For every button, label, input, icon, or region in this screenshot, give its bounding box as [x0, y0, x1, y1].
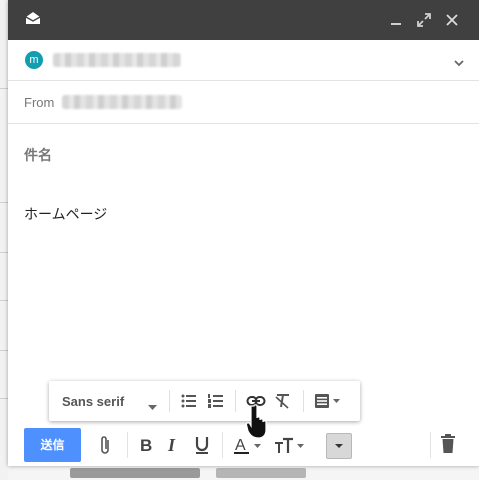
more-options-icon — [335, 444, 343, 448]
bulleted-list-icon[interactable] — [180, 392, 198, 410]
toolbar-divider — [169, 390, 170, 412]
numbered-list-icon[interactable] — [207, 392, 225, 410]
recipients-row[interactable]: m — [8, 40, 479, 81]
from-label: From — [24, 95, 55, 110]
toolbar-divider — [222, 432, 223, 458]
message-body[interactable]: ホームページ — [24, 204, 107, 224]
svg-text:B: B — [140, 436, 152, 454]
compose-titlebar — [8, 0, 479, 40]
recipient-address-redacted — [53, 53, 181, 67]
hand-cursor-icon — [245, 404, 272, 445]
compose-window: m From 件名 ホームページ Sans serif 送信 B I A — [8, 0, 479, 466]
remove-formatting-icon[interactable] — [274, 392, 292, 410]
minimize-icon[interactable] — [389, 14, 403, 28]
trash-icon[interactable] — [441, 434, 455, 454]
envelope-icon — [25, 10, 41, 26]
avatar: m — [25, 51, 43, 69]
svg-text:I: I — [167, 436, 176, 454]
formatting-toolbar: Sans serif — [49, 381, 360, 421]
font-family-select[interactable]: Sans serif — [62, 394, 124, 409]
bold-icon[interactable]: B — [139, 436, 153, 454]
from-row[interactable]: From — [8, 81, 479, 124]
align-icon[interactable] — [313, 392, 341, 410]
expand-icon[interactable] — [417, 13, 431, 27]
toolbar-divider — [235, 390, 236, 412]
subject-field[interactable]: 件名 — [24, 145, 52, 165]
toolbar-divider — [430, 432, 431, 458]
text-size-icon[interactable] — [274, 436, 310, 456]
underline-icon[interactable] — [194, 436, 210, 456]
font-family-dropdown-icon[interactable] — [148, 398, 157, 416]
more-options-button[interactable] — [326, 433, 352, 459]
background-page-bottom — [8, 466, 479, 480]
chevron-down-icon[interactable] — [453, 55, 465, 73]
attach-icon[interactable] — [98, 434, 112, 456]
svg-text:A: A — [235, 437, 246, 454]
toolbar-divider — [127, 432, 128, 458]
italic-icon[interactable]: I — [167, 436, 181, 454]
close-icon[interactable] — [445, 13, 459, 27]
toolbar-divider — [303, 390, 304, 412]
sender-address-redacted — [62, 95, 182, 109]
send-button[interactable]: 送信 — [24, 428, 81, 462]
